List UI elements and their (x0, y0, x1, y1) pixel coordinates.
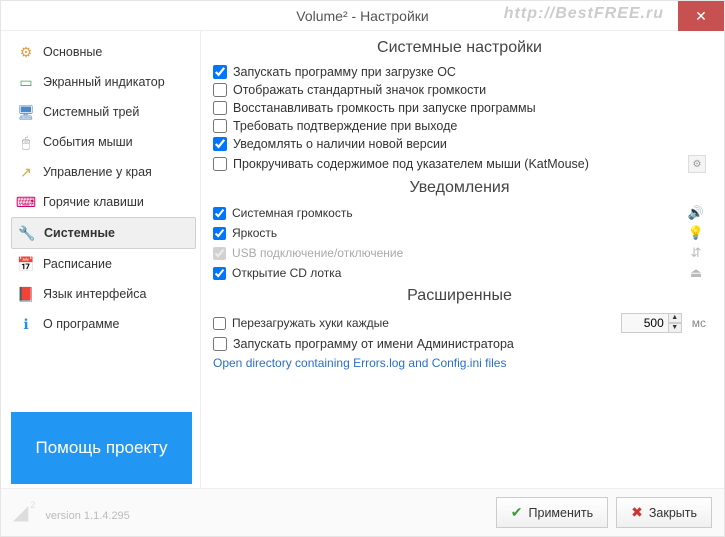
version-label: ◢2 version 1.1.4.295 (13, 504, 130, 522)
notification-icon: ⇵ (686, 245, 706, 261)
reboot-hooks-checkbox[interactable] (213, 317, 226, 330)
sidebar: ⚙ Основные ▭ Экранный индикатор 🖥 Системный т… (1, 31, 201, 488)
system-option-row: Прокручивать содержимое под указателем м… (213, 153, 706, 175)
notification-checkbox[interactable] (213, 207, 226, 220)
apply-icon: ✔ (511, 504, 523, 521)
sidebar-item-icon: 📕 (17, 285, 35, 303)
notification-label: Системная громкость (232, 206, 680, 220)
system-option-label: Уведомлять о наличии новой версии (233, 137, 447, 151)
title-bar: Volume² - Настройки http://BestFREE.ru ✕ (1, 1, 724, 31)
notification-label: Яркость (232, 226, 680, 240)
main-panel: Системные настройки Запускать программу … (201, 31, 724, 488)
reboot-hooks-spinner[interactable]: ▲▼ (621, 313, 682, 333)
sidebar-item-icon: 🔧 (18, 224, 36, 242)
close-icon: ✖ (631, 504, 643, 521)
run-as-admin-row: Запускать программу от имени Администрат… (213, 335, 706, 353)
sidebar-item-icon: ▭ (17, 73, 35, 91)
system-option-label: Требовать подтверждение при выходе (233, 119, 457, 133)
notification-label: USB подключение/отключение (232, 246, 680, 260)
reboot-hooks-unit: мс (692, 316, 706, 330)
system-option-checkbox[interactable] (213, 157, 227, 171)
sidebar-item-5[interactable]: ⌨ Горячие клавиши (11, 187, 196, 217)
system-option-row: Отображать стандартный значок громкости (213, 81, 706, 99)
volume-icon: ◢ (13, 504, 28, 522)
notification-row: Открытие CD лотка ⏏ (213, 263, 706, 283)
system-option-row: Восстанавливать громкость при запуске пр… (213, 99, 706, 117)
sidebar-item-3[interactable]: 🖱 События мыши (11, 127, 196, 157)
sidebar-item-icon: 📅 (17, 255, 35, 273)
sidebar-item-label: Основные (43, 45, 102, 59)
close-button[interactable]: ✖ Закрыть (616, 497, 712, 528)
sidebar-item-label: Горячие клавиши (43, 195, 144, 209)
sidebar-item-9[interactable]: ℹ О программе (11, 309, 196, 339)
notification-checkbox[interactable] (213, 227, 226, 240)
sidebar-item-label: О программе (43, 317, 119, 331)
notification-icon: ⏏ (686, 265, 706, 281)
notification-row: Системная громкость 🔊 (213, 203, 706, 223)
run-as-admin-checkbox[interactable] (213, 337, 227, 351)
sidebar-item-label: Экранный индикатор (43, 75, 165, 89)
notification-icon: 🔊 (686, 205, 706, 221)
sidebar-item-7[interactable]: 📅 Расписание (11, 249, 196, 279)
system-option-checkbox[interactable] (213, 83, 227, 97)
spinner-up-icon[interactable]: ▲ (668, 313, 682, 323)
sidebar-item-2[interactable]: 🖥 Системный трей (11, 97, 196, 127)
sidebar-item-label: Системные (44, 226, 115, 240)
sidebar-item-icon: ↗ (17, 163, 35, 181)
section-system-title: Системные настройки (213, 39, 706, 57)
sidebar-item-8[interactable]: 📕 Язык интерфейса (11, 279, 196, 309)
system-option-label: Запускать программу при загрузке ОС (233, 65, 456, 79)
sidebar-item-label: Язык интерфейса (43, 287, 146, 301)
sidebar-item-icon: 🖥 (17, 103, 35, 121)
sidebar-item-icon: 🖱 (17, 133, 35, 151)
footer: ◢2 version 1.1.4.295 ✔ Применить ✖ Закры… (1, 488, 724, 536)
sidebar-item-icon: ℹ (17, 315, 35, 333)
promo-banner[interactable]: Помощь проекту (11, 412, 192, 484)
sidebar-item-4[interactable]: ↗ Управление у края (11, 157, 196, 187)
sidebar-item-icon: ⚙ (17, 43, 35, 61)
sidebar-item-0[interactable]: ⚙ Основные (11, 37, 196, 67)
sidebar-item-1[interactable]: ▭ Экранный индикатор (11, 67, 196, 97)
system-option-checkbox[interactable] (213, 101, 227, 115)
close-window-button[interactable]: ✕ (678, 1, 724, 31)
system-option-label: Отображать стандартный значок громкости (233, 83, 486, 97)
reboot-hooks-row: Перезагружать хуки каждые ▲▼ мс (213, 311, 706, 335)
katmouse-icon[interactable]: ⚙ (688, 155, 706, 173)
system-option-checkbox[interactable] (213, 119, 227, 133)
system-option-row: Запускать программу при загрузке ОС (213, 63, 706, 81)
window-title: Volume² - Настройки (296, 8, 428, 24)
sidebar-item-6[interactable]: 🔧 Системные (11, 217, 196, 249)
sidebar-item-label: Управление у края (43, 165, 152, 179)
apply-button[interactable]: ✔ Применить (496, 497, 608, 528)
system-option-row: Уведомлять о наличии новой версии (213, 135, 706, 153)
notification-checkbox[interactable] (213, 247, 226, 260)
notification-label: Открытие CD лотка (232, 266, 680, 280)
sidebar-item-icon: ⌨ (17, 193, 35, 211)
notification-checkbox[interactable] (213, 267, 226, 280)
system-option-label: Восстанавливать громкость при запуске пр… (233, 101, 536, 115)
spinner-down-icon[interactable]: ▼ (668, 323, 682, 333)
sidebar-item-label: Расписание (43, 257, 112, 271)
notification-row: Яркость 💡 (213, 223, 706, 243)
reboot-hooks-value[interactable] (621, 313, 669, 333)
section-advanced-title: Расширенные (213, 287, 706, 305)
run-as-admin-label: Запускать программу от имени Администрат… (233, 337, 514, 351)
open-directory-link[interactable]: Open directory containing Errors.log and… (213, 353, 706, 373)
notification-row: USB подключение/отключение ⇵ (213, 243, 706, 263)
system-option-row: Требовать подтверждение при выходе (213, 117, 706, 135)
sidebar-item-label: События мыши (43, 135, 133, 149)
system-option-checkbox[interactable] (213, 137, 227, 151)
section-notifications-title: Уведомления (213, 179, 706, 197)
watermark: http://BestFREE.ru (504, 5, 664, 23)
sidebar-item-label: Системный трей (43, 105, 139, 119)
system-option-checkbox[interactable] (213, 65, 227, 79)
system-option-label: Прокручивать содержимое под указателем м… (233, 157, 589, 171)
reboot-hooks-label: Перезагружать хуки каждые (232, 316, 389, 330)
notification-icon: 💡 (686, 225, 706, 241)
